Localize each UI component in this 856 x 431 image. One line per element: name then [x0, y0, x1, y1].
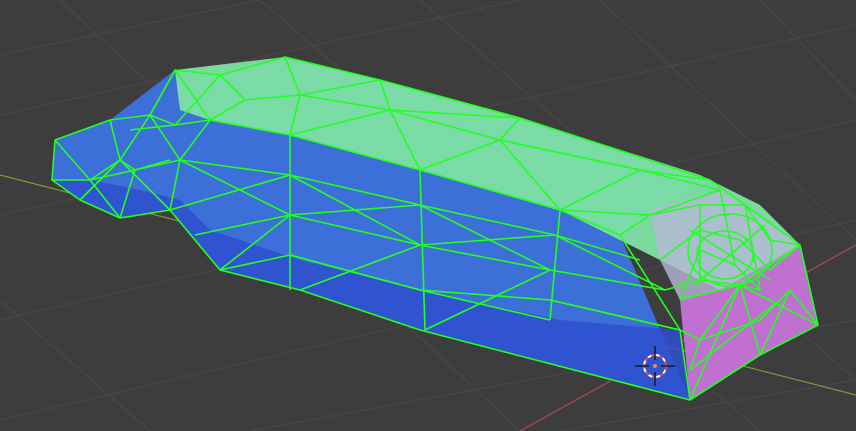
viewport-canvas[interactable] [0, 0, 856, 431]
selected-mesh-object[interactable] [52, 57, 818, 400]
3d-viewport[interactable] [0, 0, 856, 431]
